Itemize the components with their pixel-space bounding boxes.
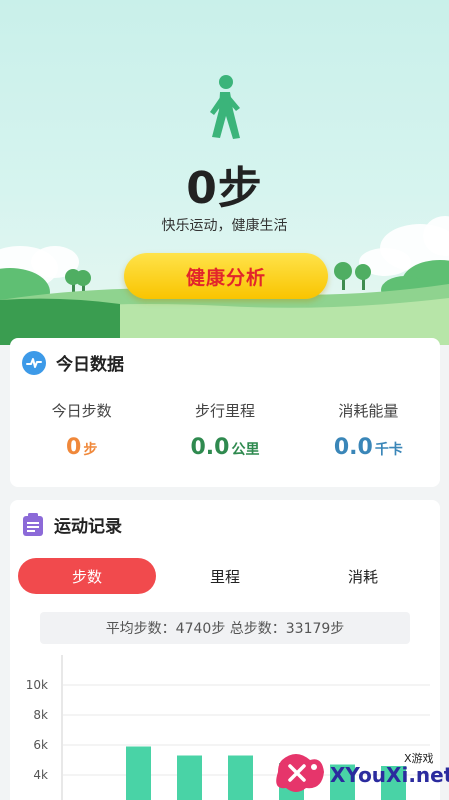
gamepad-logo-icon	[276, 754, 324, 792]
stat-number: 0	[66, 435, 82, 460]
stat-label: 消耗能量	[338, 402, 399, 420]
activity-pulse-icon	[22, 350, 46, 375]
steps-summary: 平均步数：4740步 总步数：33179步	[40, 612, 410, 644]
stat-number: 0.0	[333, 435, 373, 460]
chart-bar[interactable]	[126, 746, 151, 800]
tab-energy[interactable]: 消耗	[294, 558, 432, 594]
chart-bar[interactable]	[177, 755, 202, 800]
hero-banner: 0步 快乐运动，健康生活 健康分析	[0, 0, 449, 345]
stat-value: 0.0 千卡	[297, 435, 440, 460]
site-watermark: X游戏 XYouXi.net	[276, 742, 449, 800]
stat-energy: 消耗能量 0.0 千卡	[297, 400, 440, 460]
y-tick-label: 10k	[26, 678, 48, 692]
stat-value: 0步	[10, 435, 153, 460]
records-title: 运动记录	[54, 517, 122, 537]
today-steps-display: 0步	[186, 163, 263, 214]
today-stats-row: 今日步数 0步 步行里程 0.0 公里 消耗能量 0.0 千卡	[10, 400, 440, 460]
watermark-site: XYouXi.net	[330, 763, 449, 787]
stat-steps: 今日步数 0步	[10, 400, 153, 460]
stat-number: 0.0	[190, 435, 230, 460]
stat-distance: 步行里程 0.0 公里	[153, 400, 296, 460]
health-analysis-button[interactable]: 健康分析	[124, 253, 328, 299]
y-tick-label: 8k	[33, 708, 48, 722]
stat-value: 0.0 公里	[153, 435, 296, 460]
y-tick-label: 4k	[33, 768, 48, 782]
tab-distance[interactable]: 里程	[156, 558, 294, 594]
today-data-card: 今日数据 今日步数 0步 步行里程 0.0 公里 消耗能量 0.0 千卡	[10, 338, 440, 487]
tab-steps[interactable]: 步数	[18, 558, 156, 594]
walking-person-icon	[210, 75, 240, 139]
clipboard-icon	[22, 512, 44, 537]
stat-unit: 千卡	[374, 442, 403, 458]
stat-unit: 公里	[231, 442, 260, 458]
stat-label: 今日步数	[51, 402, 112, 420]
chart-bar[interactable]	[228, 755, 253, 800]
y-tick-label: 6k	[33, 738, 48, 752]
records-header: 运动记录	[22, 512, 122, 537]
today-data-header: 今日数据	[22, 350, 124, 375]
today-data-title: 今日数据	[56, 355, 124, 375]
records-tabs: 步数 里程 消耗	[18, 558, 432, 594]
slogan-text: 快乐运动，健康生活	[161, 218, 288, 234]
stat-label: 步行里程	[194, 402, 255, 420]
stat-unit: 步	[83, 442, 98, 458]
